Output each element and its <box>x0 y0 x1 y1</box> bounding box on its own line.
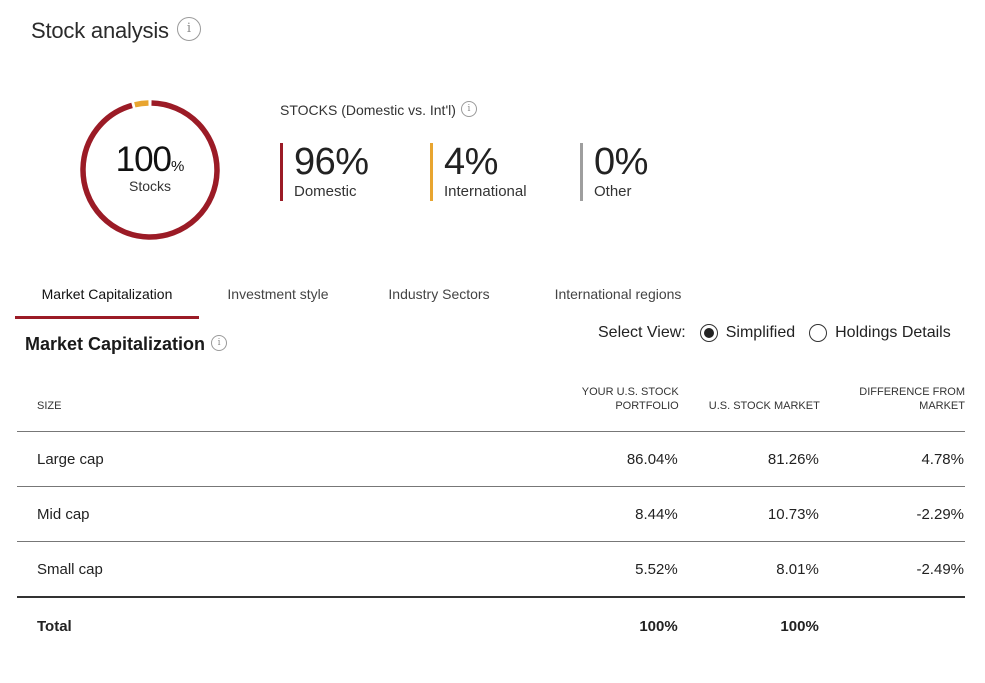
cell-portfolio: 86.04% <box>626 450 678 468</box>
table-header-row: SIZE YOUR U.S. STOCK PORTFOLIO U.S. STOC… <box>17 385 965 432</box>
donut-center: 100% Stocks <box>78 140 222 194</box>
cell-portfolio: 5.52% <box>635 560 678 578</box>
stat-domestic: 96% Domestic <box>280 143 369 201</box>
cell-difference: -2.29% <box>916 505 964 523</box>
stat-value: 4% <box>444 141 498 183</box>
market-cap-table: SIZE YOUR U.S. STOCK PORTFOLIO U.S. STOC… <box>17 385 965 654</box>
radio-label: Holdings Details <box>835 324 951 341</box>
tab-investment-style[interactable]: Investment style <box>211 272 345 316</box>
total-label: Total <box>37 617 72 635</box>
select-view-label: Select View: <box>598 324 686 341</box>
table-row: Small cap 5.52% 8.01% -2.49% <box>17 542 965 597</box>
stocks-breakdown-heading: STOCKS (Domestic vs. Int'l) i <box>280 101 477 119</box>
tab-international-regions[interactable]: International regions <box>533 272 703 316</box>
tab-market-capitalization[interactable]: Market Capitalization <box>15 272 199 319</box>
stat-label: International <box>444 183 527 200</box>
radio-simplified[interactable]: Simplified <box>686 324 795 342</box>
cell-portfolio: 8.44% <box>635 505 678 523</box>
radio-button-icon[interactable] <box>809 324 828 342</box>
column-header-size: SIZE <box>37 400 62 412</box>
radio-label: Simplified <box>725 324 796 341</box>
stat-label: Domestic <box>294 183 357 200</box>
page-title-text: Stock analysis <box>31 18 169 43</box>
column-header-difference: DIFFERENCE FROM MARKET <box>820 385 965 432</box>
cell-size: Mid cap <box>37 505 90 523</box>
column-header-portfolio: YOUR U.S. STOCK PORTFOLIO <box>522 385 679 432</box>
info-icon[interactable]: i <box>211 335 228 352</box>
view-selector: Select View: Simplified Holdings Details <box>598 324 951 342</box>
cell-size: Large cap <box>37 450 104 468</box>
table-row: Mid cap 8.44% 10.73% -2.29% <box>17 487 965 542</box>
page-title: Stock analysis i <box>31 17 201 44</box>
stat-international: 4% International <box>430 143 527 201</box>
column-header-difference-text: DIFFERENCE FROM MARKET <box>859 386 965 412</box>
info-icon[interactable]: i <box>176 17 201 42</box>
column-header-market: U.S. STOCK MARKET <box>708 400 820 412</box>
section-title: Market Capitalization i <box>25 334 228 355</box>
cell-difference: 4.78% <box>921 450 964 468</box>
tab-industry-sectors[interactable]: Industry Sectors <box>375 272 503 316</box>
table-row: Large cap 86.04% 81.26% 4.78% <box>17 432 965 487</box>
section-title-text: Market Capitalization <box>25 334 206 354</box>
stat-value: 96% <box>294 141 369 183</box>
total-market: 100% <box>780 617 819 635</box>
cell-market: 8.01% <box>776 560 819 578</box>
donut-value: 100% <box>115 140 185 179</box>
total-portfolio: 100% <box>639 617 678 635</box>
column-header-portfolio-text: YOUR U.S. STOCK PORTFOLIO <box>581 386 679 412</box>
radio-holdings-details[interactable]: Holdings Details <box>795 324 951 342</box>
cell-difference: -2.49% <box>916 560 964 578</box>
total-difference <box>820 597 965 654</box>
stat-other: 0% Other <box>580 143 648 201</box>
radio-button-icon[interactable] <box>699 324 718 342</box>
donut-label: Stocks <box>128 178 171 194</box>
cell-size: Small cap <box>37 560 103 578</box>
table-total-row: Total 100% 100% <box>17 597 965 654</box>
stat-label: Other <box>594 183 632 200</box>
info-icon[interactable]: i <box>460 101 477 118</box>
stat-value: 0% <box>594 141 648 183</box>
stocks-heading-text: STOCKS (Domestic vs. Int'l) <box>280 102 456 118</box>
cell-market: 81.26% <box>767 450 819 468</box>
cell-market: 10.73% <box>767 505 819 523</box>
